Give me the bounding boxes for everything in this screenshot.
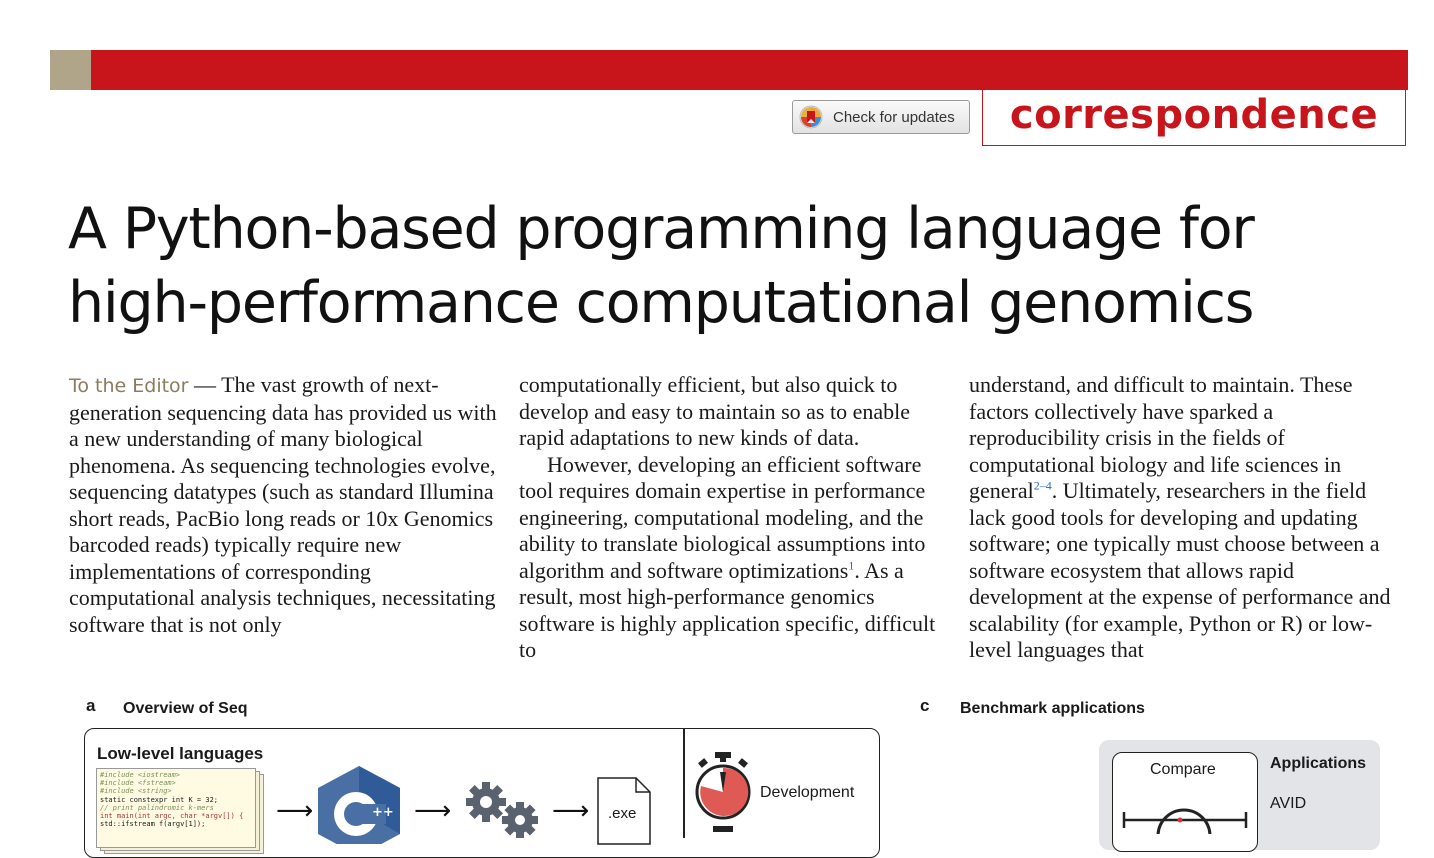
check-for-updates-label: Check for updates <box>833 108 955 126</box>
section-label: correspondence <box>1009 91 1379 138</box>
column-1-text: — The vast growth of next-generation seq… <box>69 372 497 637</box>
code-line: int main(int argc, char *argv[]) { <box>100 812 244 821</box>
code-line: #include <fstream> <box>100 779 176 788</box>
panel-a-letter: a <box>86 696 96 715</box>
body-column-3: understand, and difficult to maintain. T… <box>969 372 1399 664</box>
column-2-para-1: computationally efficient, but also quic… <box>519 372 910 450</box>
title-line-1: A Python-based programming language for <box>68 196 1255 262</box>
cpp-logo-icon: ++ <box>318 766 400 844</box>
header-band <box>91 50 1408 90</box>
code-snippet: #include <iostream> #include <fstream> #… <box>96 768 256 848</box>
application-item-avid: AVID <box>1270 795 1307 812</box>
lead-in: To the Editor <box>69 375 189 397</box>
low-level-languages-label: Low-level languages <box>97 744 264 763</box>
column-3-text-rest: . Ultimately, researchers in the field l… <box>969 478 1391 662</box>
header-band-accent <box>50 50 91 90</box>
reference-link[interactable]: 2–4 <box>1034 479 1052 493</box>
gears-icon <box>466 782 538 838</box>
compare-label: Compare <box>1150 761 1216 778</box>
panel-c-title: Benchmark applications <box>960 700 1145 717</box>
panel-c-letter: c <box>920 696 930 715</box>
section-label-box: correspondence <box>982 90 1406 146</box>
body-column-2: computationally efficient, but also quic… <box>519 372 949 664</box>
exe-label: .exe <box>608 805 637 822</box>
panel-a-title: Overview of Seq <box>123 700 248 717</box>
arrow-icon: ⟶ <box>552 796 590 826</box>
code-line: std::ifstream f(argv[1]); <box>100 820 206 829</box>
code-line: #include <iostream> <box>100 771 181 779</box>
code-line: // print palindromic k-mers <box>100 803 214 812</box>
compare-scale-icon <box>1122 808 1248 834</box>
body-column-1: To the Editor — The vast growth of next-… <box>69 372 499 638</box>
arrow-icon: ⟶ <box>414 796 452 826</box>
panel-a-divider <box>683 728 685 838</box>
crossmark-icon <box>799 105 823 129</box>
development-label: Development <box>760 784 855 801</box>
code-line: static constexpr int K = 32; <box>100 795 219 804</box>
arrow-icon: ⟶ <box>276 796 314 826</box>
stopwatch-icon <box>695 752 751 832</box>
svg-text:++: ++ <box>372 805 394 820</box>
applications-label: Applications <box>1270 755 1367 772</box>
column-2-para-2: However, developing an efficient softwar… <box>519 452 949 664</box>
title-line-2: high-performance computational genomics <box>68 270 1254 336</box>
article-title: A Python-based programming language for … <box>68 192 1388 340</box>
code-line: #include <string> <box>100 787 172 796</box>
check-for-updates-button[interactable]: Check for updates <box>792 100 970 134</box>
